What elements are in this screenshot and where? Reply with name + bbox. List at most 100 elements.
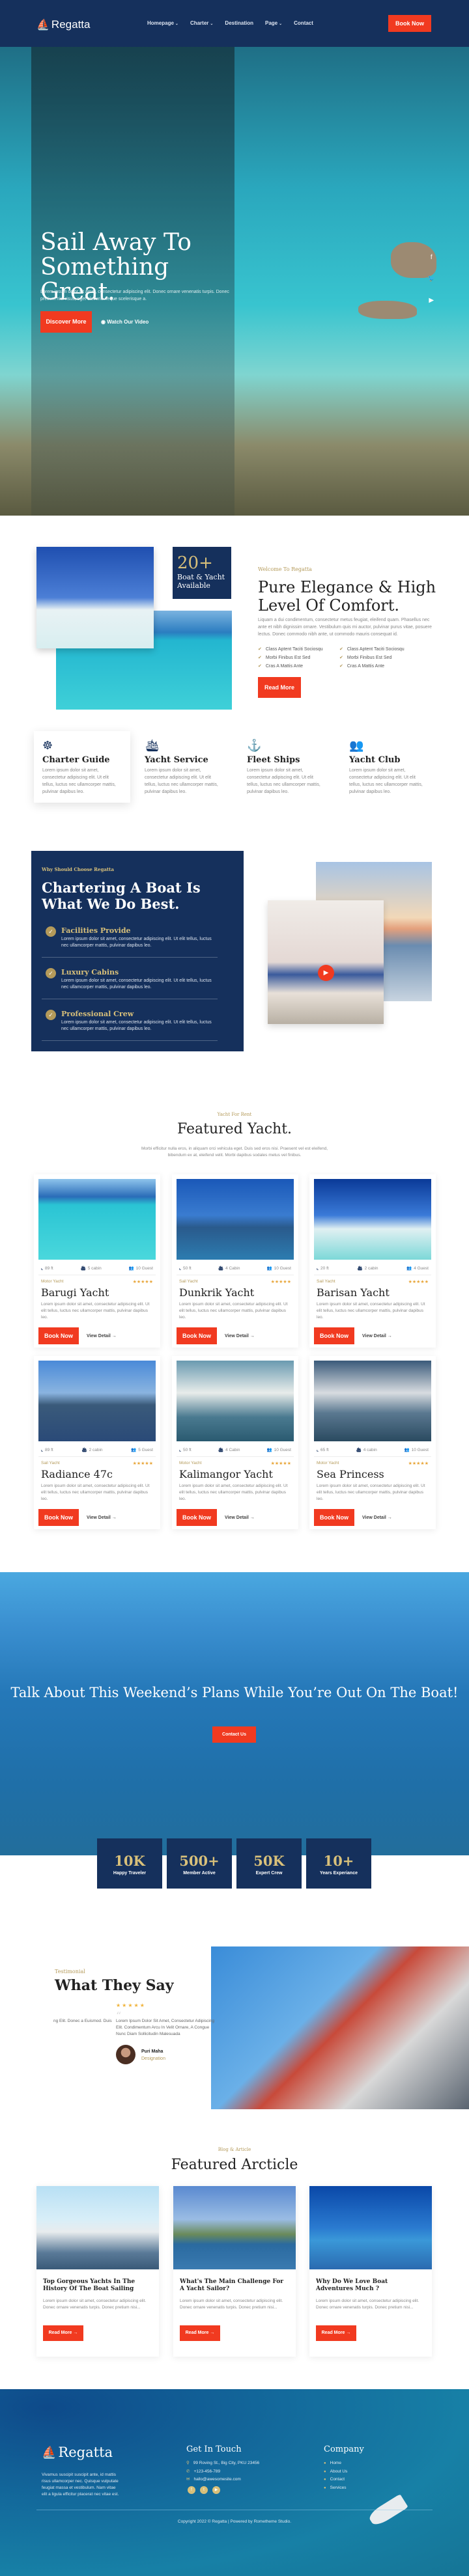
nav-item-homepage[interactable]: Homepage ⌄ [147, 20, 178, 26]
youtube-icon[interactable]: ▶ [212, 2486, 220, 2494]
view-detail-link[interactable]: View Detail → [87, 1334, 117, 1338]
yacht-image[interactable] [177, 1361, 294, 1441]
contact-us-button[interactable]: Contact Us [212, 1726, 256, 1743]
book-now-button[interactable]: Book Now [314, 1327, 354, 1344]
feature-title: Yacht Club [349, 755, 401, 765]
boot-length-icon: ⌞ [317, 1448, 319, 1452]
feature-card-charter-guide[interactable]: ☸ Charter Guide Lorem ipsum dolor sit am… [34, 731, 130, 803]
users-icon: 👥 [131, 1448, 137, 1452]
blog-title[interactable]: Top Gorgeous Yachts In The History Of Th… [36, 2269, 159, 2293]
footer-logo[interactable]: ⛵ Regatta [42, 2444, 113, 2460]
twitter-icon[interactable]: 🐦 [427, 275, 435, 283]
footer-link-services[interactable]: ● Services [324, 2484, 347, 2493]
blog-title[interactable]: Why Do We Love Boat Adventures Much ? [309, 2269, 432, 2293]
view-detail-link[interactable]: View Detail → [87, 1516, 117, 1520]
nav-item-charter[interactable]: Charter ⌄ [190, 20, 213, 26]
footer-link-contact[interactable]: ● Contact [324, 2476, 347, 2484]
yacht-name[interactable]: Barisan Yacht [314, 1284, 431, 1299]
feature-card-fleet-ships[interactable]: ⚓ Fleet Ships Lorem ipsum dolor sit amet… [238, 731, 335, 803]
site-logo[interactable]: ⛵ Regatta [36, 18, 90, 31]
yacht-name[interactable]: Sea Princess [314, 1466, 431, 1480]
about-title: Pure Elegance & High Level Of Comfort. [258, 578, 436, 615]
yacht-image[interactable] [314, 1179, 431, 1260]
hero-social-links: f 🐦 ▶ [427, 254, 435, 304]
youtube-icon[interactable]: ▶ [429, 297, 434, 304]
ship-icon: 🛳 [357, 1266, 363, 1271]
footer-email[interactable]: ✉ hallo@awesomesite.com [186, 2476, 259, 2484]
why-subtitle: Why Should Choose Regatta [42, 866, 114, 872]
play-video-button[interactable]: ▶ [318, 965, 334, 981]
facebook-icon[interactable]: f [431, 254, 433, 261]
list-item: ✔ Class Aptent Taciti Sociosqu [339, 647, 405, 652]
check-icon: ✔ [339, 664, 343, 669]
nav-item-destination[interactable]: Destination [225, 20, 253, 26]
view-detail-link[interactable]: View Detail → [225, 1516, 255, 1520]
anchor-icon: ⚓ [247, 739, 262, 752]
blog-title[interactable]: What's The Main Challenge For A Yacht Sa… [173, 2269, 296, 2293]
check-circle-icon: ✓ [46, 968, 56, 978]
users-icon: 👥 [266, 1448, 272, 1452]
envelope-icon: ✉ [186, 2477, 190, 2482]
footer-company-links: ● Home ● About Us ● Contact ● Services [324, 2459, 347, 2492]
view-detail-link[interactable]: View Detail → [362, 1516, 392, 1520]
boot-length-icon: ⌞ [179, 1266, 182, 1271]
play-circle-icon: ◉ [101, 319, 107, 325]
testimonial-subtitle: Testimonial [55, 1969, 85, 1974]
yacht-description: Lorem ipsum dolor sit amet, consectetur … [179, 1302, 288, 1320]
blog-image[interactable] [36, 2186, 159, 2269]
nav-item-contact[interactable]: Contact [294, 20, 313, 26]
yacht-name[interactable]: Kalimangor Yacht [177, 1466, 294, 1480]
yacht-category: Sail Yacht [179, 1279, 198, 1284]
yacht-name[interactable]: Dunkrik Yacht [177, 1284, 294, 1299]
yacht-cabins: 🛳 2 cabin [357, 1266, 378, 1271]
feature-text: Lorem ipsum dolor sit amet, consectetur … [247, 768, 320, 794]
about-read-more-button[interactable]: Read More [258, 677, 301, 698]
yachts-title: Featured Yacht. [177, 1121, 292, 1137]
feature-card-yacht-service[interactable]: 🛳 Yacht Service Lorem ipsum dolor sit am… [136, 731, 233, 803]
read-more-button[interactable]: Read More → [43, 2325, 83, 2341]
book-now-button[interactable]: Book Now [388, 15, 431, 32]
watch-video-link[interactable]: ◉ Watch Our Video [101, 319, 149, 325]
rating-stars: ★★★★★ [132, 1280, 153, 1284]
yacht-image[interactable] [177, 1179, 294, 1260]
book-now-button[interactable]: Book Now [177, 1509, 217, 1526]
twitter-icon[interactable]: t [200, 2486, 208, 2494]
read-more-button[interactable]: Read More → [180, 2325, 220, 2341]
footer-phone[interactable]: ✆ +123-456-789 [186, 2468, 259, 2476]
footer-link-home[interactable]: ● Home [324, 2459, 347, 2468]
blog-card: Why Do We Love Boat Adventures Much ? Lo… [309, 2186, 432, 2357]
blog-image[interactable] [309, 2186, 432, 2269]
rating-stars: ★★★★★ [408, 1280, 429, 1284]
yacht-card: ⌞ 20 ft 🛳 2 cabin 👥 4 Guest Sail Yacht ★★★★★… [309, 1174, 436, 1348]
blog-excerpt: Lorem ipsum dolor sit amet, consectetur … [316, 2299, 419, 2310]
view-detail-link[interactable]: View Detail → [362, 1334, 392, 1338]
book-now-button[interactable]: Book Now [38, 1327, 79, 1344]
ship-icon: 🛳 [145, 739, 160, 752]
blog-image[interactable] [173, 2186, 296, 2269]
yacht-description: Lorem ipsum dolor sit amet, consectetur … [41, 1484, 150, 1501]
yacht-length: ⌞ 20 ft [317, 1266, 329, 1271]
yacht-specs: ⌞ 50 ft 🛳 4 Cabin 👥 10 Guest [177, 1260, 294, 1275]
read-more-button[interactable]: Read More → [316, 2325, 356, 2341]
list-item: ✔ Cras A Mattis Ante [258, 664, 304, 669]
users-icon: 👥 [349, 739, 364, 752]
facebook-icon[interactable]: f [188, 2486, 195, 2494]
catamaran-image [36, 547, 154, 648]
about-subtitle: Welcome To Regatta [258, 566, 312, 572]
yacht-name[interactable]: Barugi Yacht [38, 1284, 156, 1299]
feature-card-yacht-club[interactable]: 👥 Yacht Club Lorem ipsum dolor sit amet,… [341, 731, 437, 803]
yacht-image[interactable] [38, 1179, 156, 1260]
yacht-name[interactable]: Radiance 47c [38, 1466, 156, 1480]
discover-more-button[interactable]: Discover More [40, 311, 92, 333]
nav-item-page[interactable]: Page ⌄ [265, 20, 282, 26]
yacht-image[interactable] [314, 1361, 431, 1441]
view-detail-link[interactable]: View Detail → [225, 1334, 255, 1338]
feature-title: Yacht Service [145, 755, 208, 765]
footer-link-about[interactable]: ● About Us [324, 2468, 347, 2476]
yacht-image[interactable] [38, 1361, 156, 1441]
book-now-button[interactable]: Book Now [314, 1509, 354, 1526]
book-now-button[interactable]: Book Now [38, 1509, 79, 1526]
feature-title: Fleet Ships [247, 755, 300, 765]
book-now-button[interactable]: Book Now [177, 1327, 217, 1344]
yacht-guests: 👥 10 Guest [266, 1266, 291, 1271]
